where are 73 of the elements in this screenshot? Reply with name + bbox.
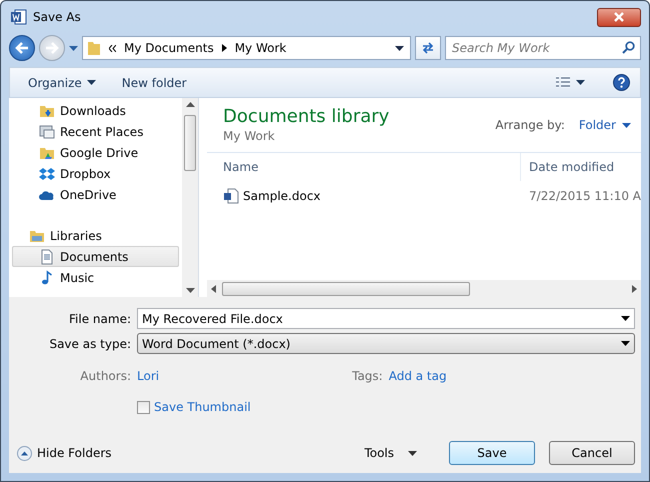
library-title: Documents library: [223, 106, 390, 127]
vertical-scrollbar[interactable]: [182, 98, 198, 297]
scrollbar-thumb[interactable]: [222, 282, 470, 296]
new-folder-button[interactable]: New folder: [120, 74, 189, 92]
search-icon: [622, 41, 635, 54]
window-title: Save As: [33, 10, 81, 24]
cancel-button[interactable]: Cancel: [549, 441, 635, 465]
add-tag-link[interactable]: Add a tag: [388, 369, 447, 383]
caret-icon: [86, 80, 96, 85]
library-subtitle: My Work: [223, 129, 276, 143]
help-icon[interactable]: [613, 74, 630, 91]
collapse-up-icon: [17, 446, 32, 460]
recent-places-icon: [39, 124, 55, 140]
sidebar-item[interactable]: Libraries: [12, 225, 180, 246]
back-button[interactable]: [9, 35, 35, 61]
file-name-cell[interactable]: Sample.docx: [207, 188, 522, 204]
file-name-field[interactable]: My Recovered File.docx: [137, 308, 635, 329]
save-button[interactable]: Save: [449, 441, 535, 465]
save-thumbnail-checkbox[interactable]: [137, 400, 150, 414]
breadcrumb-item[interactable]: My Documents: [124, 41, 214, 55]
column-header[interactable]: Date modified: [521, 153, 641, 181]
dropdown-caret-icon: [621, 341, 630, 346]
sidebar-item[interactable]: Documents: [12, 246, 180, 267]
scroll-right-icon: [632, 284, 637, 292]
refresh-arrows-icon: [421, 42, 435, 54]
sidebar-item[interactable]: Downloads: [12, 100, 180, 121]
word-document-icon: [223, 188, 240, 204]
arrange-by-dropdown[interactable]: Folder: [576, 116, 633, 134]
refresh-button[interactable]: [415, 36, 441, 60]
horizontal-scrollbar[interactable]: [207, 280, 641, 297]
tools-menu[interactable]: Tools: [362, 444, 419, 462]
arrange-by-label: Arrange by:: [495, 118, 565, 132]
search-field[interactable]: Search My Work: [445, 36, 641, 60]
tags-label: Tags:: [352, 369, 384, 383]
dropbox-icon: [39, 166, 55, 182]
authors-label: Authors:: [79, 369, 132, 383]
scroll-down-icon: [186, 288, 195, 293]
dropdown-caret-icon: [621, 316, 630, 321]
folder-icon: [87, 40, 101, 56]
hide-folders-button[interactable]: Hide Folders: [15, 444, 114, 462]
file-name-label: File name:: [68, 312, 132, 326]
date-modified-cell-text: 7/22/2015 11:10 A: [528, 189, 641, 203]
sidebar-item[interactable]: Music: [12, 267, 180, 288]
caret-icon: [622, 122, 631, 128]
save-as-type-dropdown[interactable]: Word Document (*.docx): [137, 333, 635, 354]
sidebar-item[interactable]: Recent Places: [12, 121, 180, 142]
save-thumbnail-label[interactable]: Save Thumbnail: [154, 400, 251, 414]
history-caret-icon: [69, 46, 78, 50]
chevrons-icon: [109, 44, 116, 52]
dropdown-caret-icon: [395, 46, 404, 50]
authors-link[interactable]: Lori: [137, 369, 160, 383]
close-button[interactable]: [597, 8, 641, 26]
scroll-up-icon: [186, 102, 195, 107]
arrow-right-icon: [45, 42, 59, 54]
organize-menu[interactable]: Organize: [26, 74, 98, 92]
music-note-icon: [39, 270, 55, 286]
document-icon: [39, 248, 55, 264]
caret-icon: [408, 450, 417, 456]
breadcrumb-item[interactable]: My Work: [234, 41, 286, 55]
save-as-type-label: Save as type:: [48, 336, 132, 350]
word-logo-icon: [11, 9, 27, 25]
breadcrumb-arrow-icon: [222, 44, 227, 52]
sidebar-item[interactable]: OneDrive: [12, 184, 180, 205]
scroll-left-icon: [211, 284, 216, 292]
sidebar-item[interactable]: Dropbox: [12, 163, 180, 184]
close-icon: [614, 12, 624, 22]
column-header[interactable]: Name: [207, 153, 522, 181]
scrollbar-thumb[interactable]: [184, 114, 196, 170]
sidebar-item[interactable]: Google Drive: [12, 142, 180, 163]
details-view-icon: [555, 76, 571, 88]
caret-icon: [576, 80, 585, 85]
arrow-left-icon: [15, 42, 29, 54]
address-bar[interactable]: My Documents My Work: [82, 36, 411, 60]
